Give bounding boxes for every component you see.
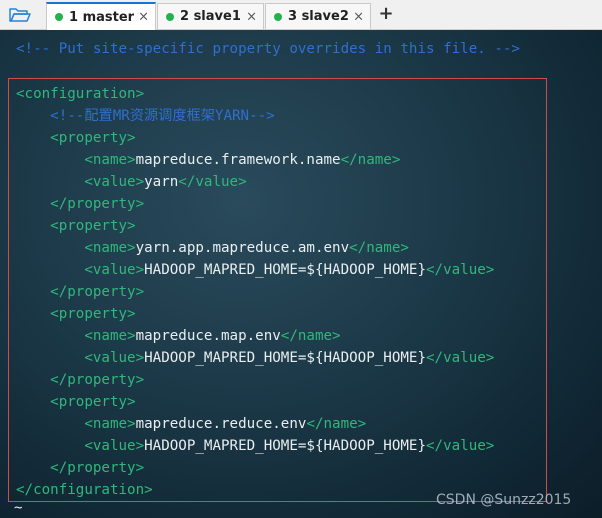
terminal-line: <value>HADOOP_MAPRED_HOME=${HADOOP_HOME}… xyxy=(16,347,494,369)
xml-tag: </name> xyxy=(349,240,409,256)
xml-tag: <name> xyxy=(16,240,136,256)
xml-tag: </name> xyxy=(280,328,341,344)
tab-slave1[interactable]: 2 slave1 × xyxy=(157,3,264,29)
xml-tag: <property> xyxy=(16,394,136,410)
xml-tag: <value> xyxy=(16,262,145,278)
xml-tag: </value> xyxy=(178,174,247,190)
terminal-line: </configuration> xyxy=(16,479,153,501)
xml-tag: </configuration> xyxy=(16,482,153,498)
xml-tag: </property> xyxy=(16,284,145,300)
xml-tag: <configuration> xyxy=(16,86,145,102)
xml-tag: <value> xyxy=(16,438,145,454)
connected-status-dot-icon xyxy=(166,12,174,21)
terminal-line: <configuration> xyxy=(16,83,144,105)
xml-tag: <name> xyxy=(16,328,136,344)
xml-tag: </property> xyxy=(16,196,145,212)
xml-text: mapreduce.reduce.env xyxy=(135,416,307,432)
xml-tag: </value> xyxy=(426,262,495,278)
tab-slave2[interactable]: 3 slave2 × xyxy=(265,3,371,29)
terminal-line: <property> xyxy=(16,215,136,237)
terminal-line: </property> xyxy=(16,369,144,391)
xml-comment: <!-- Put site-specific property override… xyxy=(16,41,520,57)
watermark: CSDN @Sunzz2015 xyxy=(436,492,572,508)
tab-bar: 1 master × 2 slave1 × 3 slave2 × + xyxy=(0,0,602,30)
tab-label: 2 slave1 xyxy=(180,9,241,24)
xml-tag: </value> xyxy=(426,438,495,454)
xml-text: mapreduce.framework.name xyxy=(135,152,341,168)
folder-open-icon[interactable] xyxy=(6,5,34,25)
xml-text: yarn.app.mapreduce.am.env xyxy=(135,240,350,256)
terminal-line: <value>HADOOP_MAPRED_HOME=${HADOOP_HOME}… xyxy=(16,259,494,281)
xml-comment: <!--配置MR资源调度框架YARN--> xyxy=(16,108,275,124)
xml-tag: </property> xyxy=(16,372,145,388)
terminal-line: <property> xyxy=(16,303,136,325)
tab-master[interactable]: 1 master × xyxy=(46,2,156,30)
xml-text: yarn xyxy=(144,174,179,190)
terminal-output[interactable]: <!-- Put site-specific property override… xyxy=(0,30,602,518)
close-tab-icon[interactable]: × xyxy=(138,10,149,25)
xml-text: HADOOP_MAPRED_HOME=${HADOOP_HOME} xyxy=(144,438,426,454)
connected-status-dot-icon xyxy=(274,12,282,21)
terminal-line: </property> xyxy=(16,193,144,215)
xml-tag: <name> xyxy=(16,416,136,432)
terminal-line: <name>mapreduce.reduce.env</name> xyxy=(16,413,366,435)
xml-tag: <value> xyxy=(16,350,145,366)
terminal-line: <value>HADOOP_MAPRED_HOME=${HADOOP_HOME}… xyxy=(16,435,494,457)
terminal-line: <name>yarn.app.mapreduce.am.env</name> xyxy=(16,237,409,259)
xml-tag: <property> xyxy=(16,218,136,234)
connected-status-dot-icon xyxy=(55,13,63,21)
vim-empty-line-marker: ~ xyxy=(14,500,23,516)
xml-tag: </property> xyxy=(16,460,145,476)
xml-text: mapreduce.map.env xyxy=(135,328,281,344)
xml-tag: </name> xyxy=(340,152,401,168)
close-tab-icon[interactable]: × xyxy=(353,9,364,24)
terminal-line: </property> xyxy=(16,281,144,303)
xml-text: HADOOP_MAPRED_HOME=${HADOOP_HOME} xyxy=(144,262,426,278)
terminal-line: <property> xyxy=(16,391,136,413)
terminal-line: </property> xyxy=(16,457,144,479)
add-tab-button[interactable]: + xyxy=(376,4,396,24)
xml-tag: </value> xyxy=(426,350,495,366)
xml-tag: <property> xyxy=(16,306,136,322)
tab-label: 1 master xyxy=(69,9,135,25)
xml-tag: </name> xyxy=(306,416,367,432)
terminal-line: <!-- Put site-specific property override… xyxy=(16,38,520,60)
terminal-line: <name>mapreduce.map.env</name> xyxy=(16,325,341,347)
terminal-line: <property> xyxy=(16,127,136,149)
close-tab-icon[interactable]: × xyxy=(246,9,257,24)
xml-tag: <value> xyxy=(16,174,145,190)
terminal-line: <name>mapreduce.framework.name</name> xyxy=(16,149,400,171)
xml-tag: <name> xyxy=(16,152,136,168)
xml-tag: <property> xyxy=(16,130,136,146)
terminal-line: <value>yarn</value> xyxy=(16,171,247,193)
xml-text: HADOOP_MAPRED_HOME=${HADOOP_HOME} xyxy=(144,350,426,366)
terminal-line: <!--配置MR资源调度框架YARN--> xyxy=(16,105,275,127)
tab-label: 3 slave2 xyxy=(288,9,349,24)
